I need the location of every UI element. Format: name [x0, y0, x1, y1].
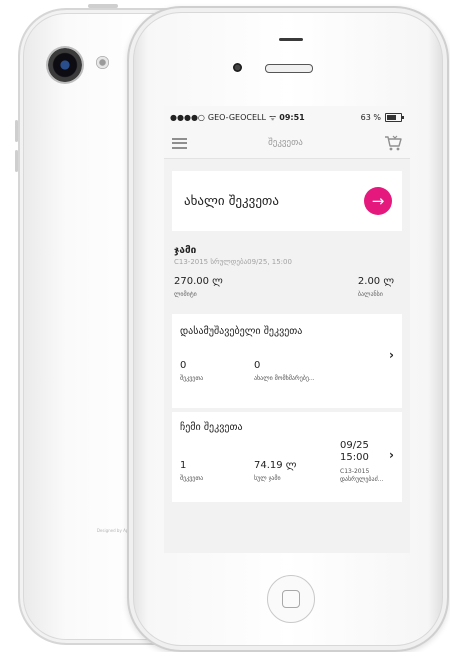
unfinished-orders-title: დასამუშავებელი შეკვეთა: [180, 326, 303, 337]
dish-title: ჯამი: [174, 245, 197, 256]
front-phone: ●●●●○ GEO-GEOCELL ᯤ 09:51 63 % შეკვეთა ა…: [127, 6, 449, 652]
front-camera-icon: [233, 63, 242, 72]
hamburger-icon[interactable]: [172, 137, 187, 149]
home-square-icon: [282, 590, 300, 608]
rear-camera-icon: [48, 48, 82, 82]
my-orders-title: ჩემი შეკვეთა: [180, 422, 243, 433]
clock: 09:51: [279, 112, 305, 122]
balance-value: 2.00 ლ: [357, 276, 394, 287]
earpiece-speaker: [265, 64, 313, 73]
my-orders-label: შეკვეთა: [180, 475, 204, 482]
wifi-icon: ᯤ: [268, 112, 277, 122]
unfinished-orders-count: 0: [180, 360, 187, 371]
unfinished-orders-card[interactable]: დასამუშავებელი შეკვეთა › 0 შეკვეთა 0 ახა…: [172, 314, 402, 408]
limit-label: ლიმიტი: [174, 291, 197, 298]
new-order-label: ახალი შეკვეთა: [184, 193, 279, 209]
unfinished-orders-label: შეკვეთა: [180, 375, 204, 382]
battery-icon: [385, 112, 404, 122]
my-orders-card[interactable]: ჩემი შეკვეთა › 1 შეკვეთა 74.19 ლ სულ ჯამ…: [172, 412, 402, 502]
page-title: შეკვეთა: [268, 138, 303, 148]
balance-label: ბალანსი: [357, 291, 383, 298]
top-edge-line: [279, 38, 303, 41]
chevron-right-icon[interactable]: ›: [389, 348, 394, 362]
order-date-label: C13-2015 დასრულებაძ...: [340, 468, 384, 483]
flash-icon: [96, 56, 109, 69]
signal-strength-icon: ●●●●○: [170, 112, 205, 122]
total-label: სულ ჯამი: [254, 475, 281, 482]
dish-subtitle: C13-2015 სრულდება09/25, 15:00: [174, 258, 292, 266]
status-bar: ●●●●○ GEO-GEOCELL ᯤ 09:51 63 %: [164, 106, 410, 128]
app-screen: ●●●●○ GEO-GEOCELL ᯤ 09:51 63 % შეკვეთა ა…: [164, 106, 410, 553]
home-button[interactable]: [267, 575, 315, 623]
new-order-arrow-button[interactable]: →: [364, 187, 392, 215]
carrier-name: GEO-GEOCELL: [207, 112, 266, 122]
side-button: [15, 120, 18, 142]
new-customers-label: ახალი მომხმარებე...: [254, 375, 315, 382]
battery-percent: 63 %: [360, 112, 381, 122]
nav-bar: შეკვეთა: [164, 128, 410, 159]
order-date: 09/25 15:00: [340, 440, 369, 463]
side-button: [88, 4, 118, 8]
dish-summary: ჯამი C13-2015 სრულდება09/25, 15:00 270.0…: [164, 231, 410, 298]
side-button: [15, 150, 18, 172]
total-value: 74.19 ლ: [254, 460, 297, 471]
new-order-card[interactable]: ახალი შეკვეთა →: [172, 171, 402, 231]
cart-icon[interactable]: [384, 135, 402, 151]
limit-value: 270.00 ლ: [174, 276, 223, 287]
my-orders-count: 1: [180, 460, 187, 471]
new-customers-count: 0: [254, 360, 261, 371]
